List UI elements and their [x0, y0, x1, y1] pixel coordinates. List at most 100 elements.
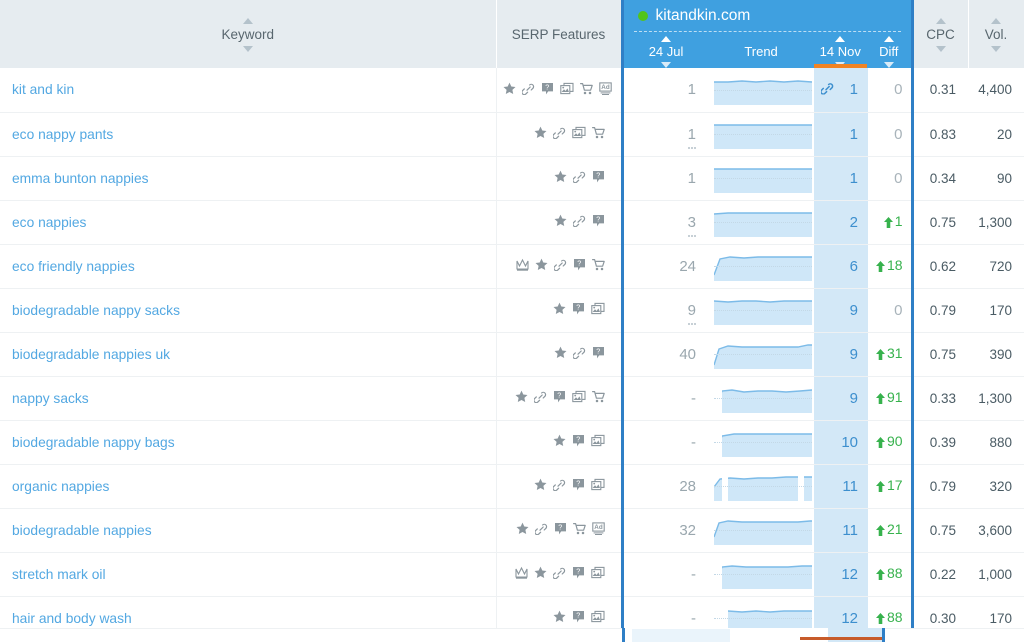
reviews-icon[interactable] [554, 170, 567, 186]
shopping-results-icon[interactable] [579, 82, 593, 98]
sort-asc-icon[interactable] [883, 35, 894, 42]
sort-desc-icon[interactable] [661, 61, 672, 68]
table-row[interactable]: organic nappies ? 28 11 17 0.79 320 [0, 464, 1024, 509]
keyword-link[interactable]: organic nappies [12, 479, 109, 494]
image-pack-icon[interactable] [571, 390, 586, 406]
reviews-icon[interactable] [534, 478, 547, 494]
reviews-icon[interactable] [554, 346, 567, 362]
sort-asc-icon[interactable] [242, 17, 253, 24]
reviews-icon[interactable] [553, 434, 566, 450]
trend-cell[interactable] [708, 200, 814, 245]
table-row[interactable]: kit and kin ? Ad 1 1 0 0.31 4,400 [0, 68, 1024, 113]
trend-cell[interactable] [708, 376, 814, 421]
faq-icon[interactable]: ? [572, 610, 585, 626]
keyword-link[interactable]: emma bunton nappies [12, 171, 149, 186]
table-row[interactable]: stretch mark oil ? - 12 88 0.22 1,000 [0, 552, 1024, 597]
shopping-results-icon[interactable] [591, 126, 605, 142]
table-row[interactable]: eco nappy pants 1 1 0 0.83 20 [0, 112, 1024, 157]
column-header-serp-features[interactable]: SERP Features [496, 0, 623, 68]
sitelinks-icon[interactable] [551, 478, 566, 494]
faq-icon[interactable]: ? [572, 434, 585, 450]
sort-asc-icon[interactable] [835, 35, 846, 42]
volume-sort-control[interactable]: Vol. [983, 17, 1010, 52]
trend-cell[interactable] [708, 464, 814, 509]
keyword-link[interactable]: kit and kin [12, 82, 74, 97]
keyword-sort-control[interactable]: Keyword [219, 17, 276, 52]
image-pack-icon[interactable] [590, 478, 605, 494]
column-header-volume[interactable]: Vol. [968, 0, 1024, 68]
faq-icon[interactable]: ? [554, 522, 567, 538]
sitelinks-icon[interactable] [533, 522, 548, 538]
keyword-link[interactable]: eco friendly nappies [12, 259, 135, 274]
sitelinks-icon[interactable] [551, 126, 566, 142]
image-pack-icon[interactable] [559, 82, 574, 98]
table-row[interactable]: biodegradable nappies uk ? 40 9 31 0.75 390 [0, 332, 1024, 377]
image-pack-icon[interactable] [571, 126, 586, 142]
reviews-icon[interactable] [535, 258, 548, 274]
table-row[interactable]: emma bunton nappies ? 1 1 0 0.34 90 [0, 156, 1024, 201]
sort-asc-icon[interactable] [935, 17, 946, 24]
reviews-icon[interactable] [503, 82, 516, 98]
faq-icon[interactable]: ? [573, 258, 586, 274]
reviews-icon[interactable] [515, 390, 528, 406]
image-pack-icon[interactable] [590, 610, 605, 626]
sitelinks-icon[interactable] [571, 346, 586, 362]
image-pack-icon[interactable] [590, 434, 605, 450]
sitelinks-icon[interactable] [532, 390, 547, 406]
trend-cell[interactable] [708, 420, 814, 465]
sort-desc-icon[interactable] [935, 46, 946, 52]
featured-snippet-icon[interactable] [515, 258, 529, 274]
ads-top-icon[interactable]: Ad [591, 522, 605, 538]
column-header-cpc[interactable]: CPC [912, 0, 969, 68]
keyword-link[interactable]: biodegradable nappies [12, 523, 152, 538]
keyword-link[interactable]: eco nappy pants [12, 127, 113, 142]
reviews-icon[interactable] [554, 214, 567, 230]
faq-icon[interactable]: ? [553, 390, 566, 406]
sort-asc-icon[interactable] [991, 17, 1002, 24]
trend-cell[interactable] [708, 244, 814, 289]
ranking-url-link-icon[interactable] [820, 81, 834, 98]
featured-snippet-icon[interactable] [514, 566, 528, 582]
image-pack-icon[interactable] [590, 302, 605, 318]
sitelinks-icon[interactable] [571, 170, 586, 186]
faq-icon[interactable]: ? [572, 302, 585, 318]
image-pack-icon[interactable] [590, 566, 605, 582]
sort-desc-icon[interactable] [883, 61, 894, 68]
table-row[interactable]: nappy sacks ? - 9 91 0.33 1,300 [0, 376, 1024, 421]
column-header-keyword[interactable]: Keyword [0, 0, 497, 68]
sitelinks-icon[interactable] [551, 566, 566, 582]
trend-cell[interactable] [708, 156, 814, 201]
sitelinks-icon[interactable] [520, 82, 535, 98]
column-header-start-date[interactable]: 24 Jul [624, 34, 709, 68]
faq-icon[interactable]: ? [592, 346, 605, 362]
sitelinks-icon[interactable] [552, 258, 567, 274]
trend-cell[interactable] [708, 288, 814, 333]
keyword-link[interactable]: hair and body wash [12, 611, 132, 626]
column-header-diff[interactable]: Diff [867, 34, 911, 68]
trend-cell[interactable] [708, 552, 814, 597]
column-header-end-date[interactable]: 14 Nov [813, 34, 867, 68]
faq-icon[interactable]: ? [592, 170, 605, 186]
keyword-link[interactable]: biodegradable nappy sacks [12, 303, 180, 318]
keyword-link[interactable]: biodegradable nappies uk [12, 347, 170, 362]
table-row[interactable]: eco nappies ? 3 2 1 0.75 1,300 [0, 200, 1024, 245]
table-row[interactable]: eco friendly nappies ? 24 6 18 0.62 720 [0, 244, 1024, 289]
cpc-sort-control[interactable]: CPC [924, 17, 957, 52]
reviews-icon[interactable] [516, 522, 529, 538]
faq-icon[interactable]: ? [572, 478, 585, 494]
sort-desc-icon[interactable] [242, 46, 253, 52]
table-row[interactable]: biodegradable nappy bags ? - 10 90 0.39 88… [0, 420, 1024, 465]
reviews-icon[interactable] [534, 126, 547, 142]
trend-cell[interactable] [708, 112, 814, 157]
faq-icon[interactable]: ? [541, 82, 554, 98]
keyword-link[interactable]: biodegradable nappy bags [12, 435, 175, 450]
keyword-link[interactable]: stretch mark oil [12, 567, 106, 582]
trend-cell[interactable] [708, 68, 814, 113]
sitelinks-icon[interactable] [571, 214, 586, 230]
sort-desc-icon[interactable] [991, 46, 1002, 52]
shopping-results-icon[interactable] [572, 522, 586, 538]
shopping-results-icon[interactable] [591, 258, 605, 274]
table-row[interactable]: biodegradable nappy sacks ? 9 9 0 0.79 170 [0, 288, 1024, 333]
keyword-link[interactable]: eco nappies [12, 215, 86, 230]
faq-icon[interactable]: ? [572, 566, 585, 582]
